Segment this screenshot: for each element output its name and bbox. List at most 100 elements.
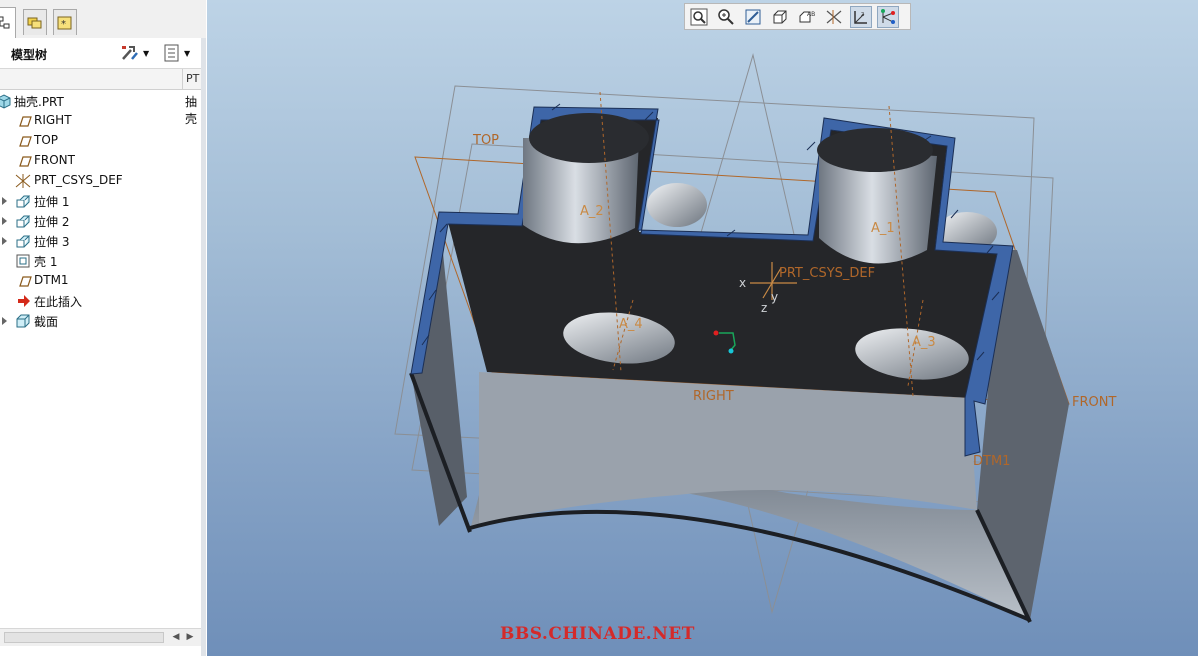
datum-display-button[interactable]: [823, 6, 845, 28]
cylinder-a1: [817, 128, 937, 264]
cylinder-a2: [523, 113, 649, 244]
label-dtm1[interactable]: DTM1: [973, 454, 1010, 469]
expand-arrow-icon[interactable]: [1, 215, 9, 225]
folder-browser-tab[interactable]: [23, 9, 47, 35]
list-view-icon: [164, 44, 179, 62]
tree-column-header: PT: [0, 69, 201, 90]
chevron-down-icon: ▼: [143, 48, 150, 58]
datum-plane-icon: [16, 273, 32, 289]
tree-item-label: 在此插入: [34, 295, 83, 309]
label-axis-a1[interactable]: A_1: [871, 221, 895, 236]
tree-item-label: 拉伸 2: [34, 215, 70, 229]
datum-plane-icon: [16, 113, 32, 129]
label-axis-a3[interactable]: A_3: [912, 335, 936, 350]
refit-icon: [690, 8, 708, 26]
tree-item-label: DTM1: [34, 273, 69, 287]
model-tree-panel: * 模型树 ▼ ▼ PT 抽壳.PRT 抽壳 RIGHT TOP FRONT P…: [0, 0, 206, 656]
model-3d-view[interactable]: TOP FRONT RIGHT DTM1 PRT_CSYS_DEF A_2 A_…: [207, 0, 1198, 656]
tree-item-label: RIGHT: [34, 113, 72, 127]
watermark: BBS.CHINADE.NET: [500, 624, 695, 644]
tree-item-extrude-1[interactable]: 拉伸 1: [0, 191, 201, 211]
csys-display-icon: z: [854, 11, 867, 24]
saved-views-button[interactable]: AB: [796, 6, 818, 28]
tree-item-label: 壳 1: [34, 255, 58, 269]
tree-item-right[interactable]: RIGHT: [0, 111, 201, 131]
folder-browser-tab-icon: [27, 17, 42, 28]
label-front[interactable]: FRONT: [1072, 395, 1116, 410]
saved-views-icon: AB: [799, 11, 815, 23]
model-tree-header: 模型树 ▼ ▼: [0, 38, 206, 69]
csys-y-label: y: [771, 290, 778, 304]
model-tree-title: 模型树: [11, 48, 48, 62]
tree-item-dtm1[interactable]: DTM1: [0, 271, 201, 291]
tree-item-root[interactable]: 抽壳.PRT 抽壳: [0, 91, 201, 126]
model-tree-tab-icon: [0, 16, 10, 29]
spin-center-toolbar-icon: [881, 9, 895, 24]
expand-arrow-icon[interactable]: [1, 315, 9, 325]
repaint-button[interactable]: [742, 6, 764, 28]
expand-arrow-icon[interactable]: [1, 195, 9, 205]
tree-item-label: 拉伸 1: [34, 195, 70, 209]
zoom-in-icon: [718, 9, 734, 25]
model-tree-tab[interactable]: [0, 7, 16, 38]
zoom-in-button[interactable]: [715, 6, 737, 28]
tools-icon: [122, 46, 138, 60]
tree-item-extrude-3[interactable]: 拉伸 3: [0, 231, 201, 251]
label-axis-a2[interactable]: A_2: [580, 204, 604, 219]
graphics-toolbar: AB z: [684, 3, 911, 30]
extrude-icon: [15, 213, 31, 229]
favorites-tab-icon: *: [57, 16, 72, 30]
column-separator[interactable]: [182, 69, 183, 89]
tree-item-insert-here[interactable]: 在此插入: [0, 291, 201, 311]
tree-item-prt-csys-def[interactable]: PRT_CSYS_DEF: [0, 171, 201, 191]
label-axis-a4[interactable]: A_4: [619, 317, 643, 332]
scrollbar-track[interactable]: [4, 632, 164, 643]
svg-text:z: z: [861, 11, 864, 18]
tree-item-section[interactable]: 截面: [0, 311, 201, 331]
tree-item-label: 抽壳.PRT: [14, 95, 64, 109]
coordinate-system-icon: [14, 173, 31, 189]
chevron-down-icon: ▼: [184, 48, 191, 58]
favorites-tab[interactable]: *: [53, 9, 77, 35]
boss-back-left: [647, 183, 707, 227]
svg-text:AB: AB: [807, 11, 815, 18]
extrude-icon: [15, 233, 31, 249]
repaint-icon: [745, 9, 761, 25]
tree-item-shell-1[interactable]: 壳 1: [0, 251, 201, 271]
insert-here-arrow-icon: [16, 293, 32, 309]
tree-item-front[interactable]: FRONT: [0, 151, 201, 171]
csys-x-label: x: [739, 276, 746, 290]
tree-columns-button[interactable]: ▼: [164, 43, 190, 63]
expand-arrow-icon[interactable]: [1, 235, 9, 245]
display-style-button[interactable]: [769, 6, 791, 28]
tree-item-label: 截面: [34, 315, 59, 329]
csys-z-label: z: [761, 301, 767, 315]
tree-item-top[interactable]: TOP: [0, 131, 201, 151]
tree-item-label: PRT_CSYS_DEF: [34, 173, 123, 187]
panel-resize-handle[interactable]: [201, 38, 206, 656]
tree-settings-button[interactable]: ▼: [120, 43, 149, 63]
datum-plane-icon: [16, 133, 32, 149]
extrude-icon: [15, 193, 31, 209]
scroll-right-icon[interactable]: ▶: [184, 630, 196, 644]
part-icon: [0, 93, 13, 109]
label-right[interactable]: RIGHT: [693, 389, 734, 404]
column-header-label[interactable]: PT: [186, 72, 199, 85]
navigator-tabs: *: [0, 0, 206, 39]
svg-text:*: *: [61, 19, 66, 30]
tree-item-label: TOP: [34, 133, 59, 147]
graphics-viewport[interactable]: TOP FRONT RIGHT DTM1 PRT_CSYS_DEF A_2 A_…: [207, 0, 1198, 656]
shell-icon: [15, 253, 31, 269]
spin-center-button[interactable]: [877, 6, 899, 28]
tree-item-label: 拉伸 3: [34, 235, 70, 249]
tree-item-label: FRONT: [34, 153, 75, 167]
csys-display-button[interactable]: z: [850, 6, 872, 28]
section-icon: [15, 313, 31, 329]
tree-horizontal-scrollbar[interactable]: ◀ ▶: [0, 628, 201, 646]
scroll-left-icon[interactable]: ◀: [170, 630, 182, 644]
display-style-icon: [773, 10, 787, 24]
tree-item-extrude-2[interactable]: 拉伸 2: [0, 211, 201, 231]
label-top[interactable]: TOP: [472, 133, 499, 148]
refit-button[interactable]: [688, 6, 710, 28]
label-csys[interactable]: PRT_CSYS_DEF: [779, 266, 875, 281]
